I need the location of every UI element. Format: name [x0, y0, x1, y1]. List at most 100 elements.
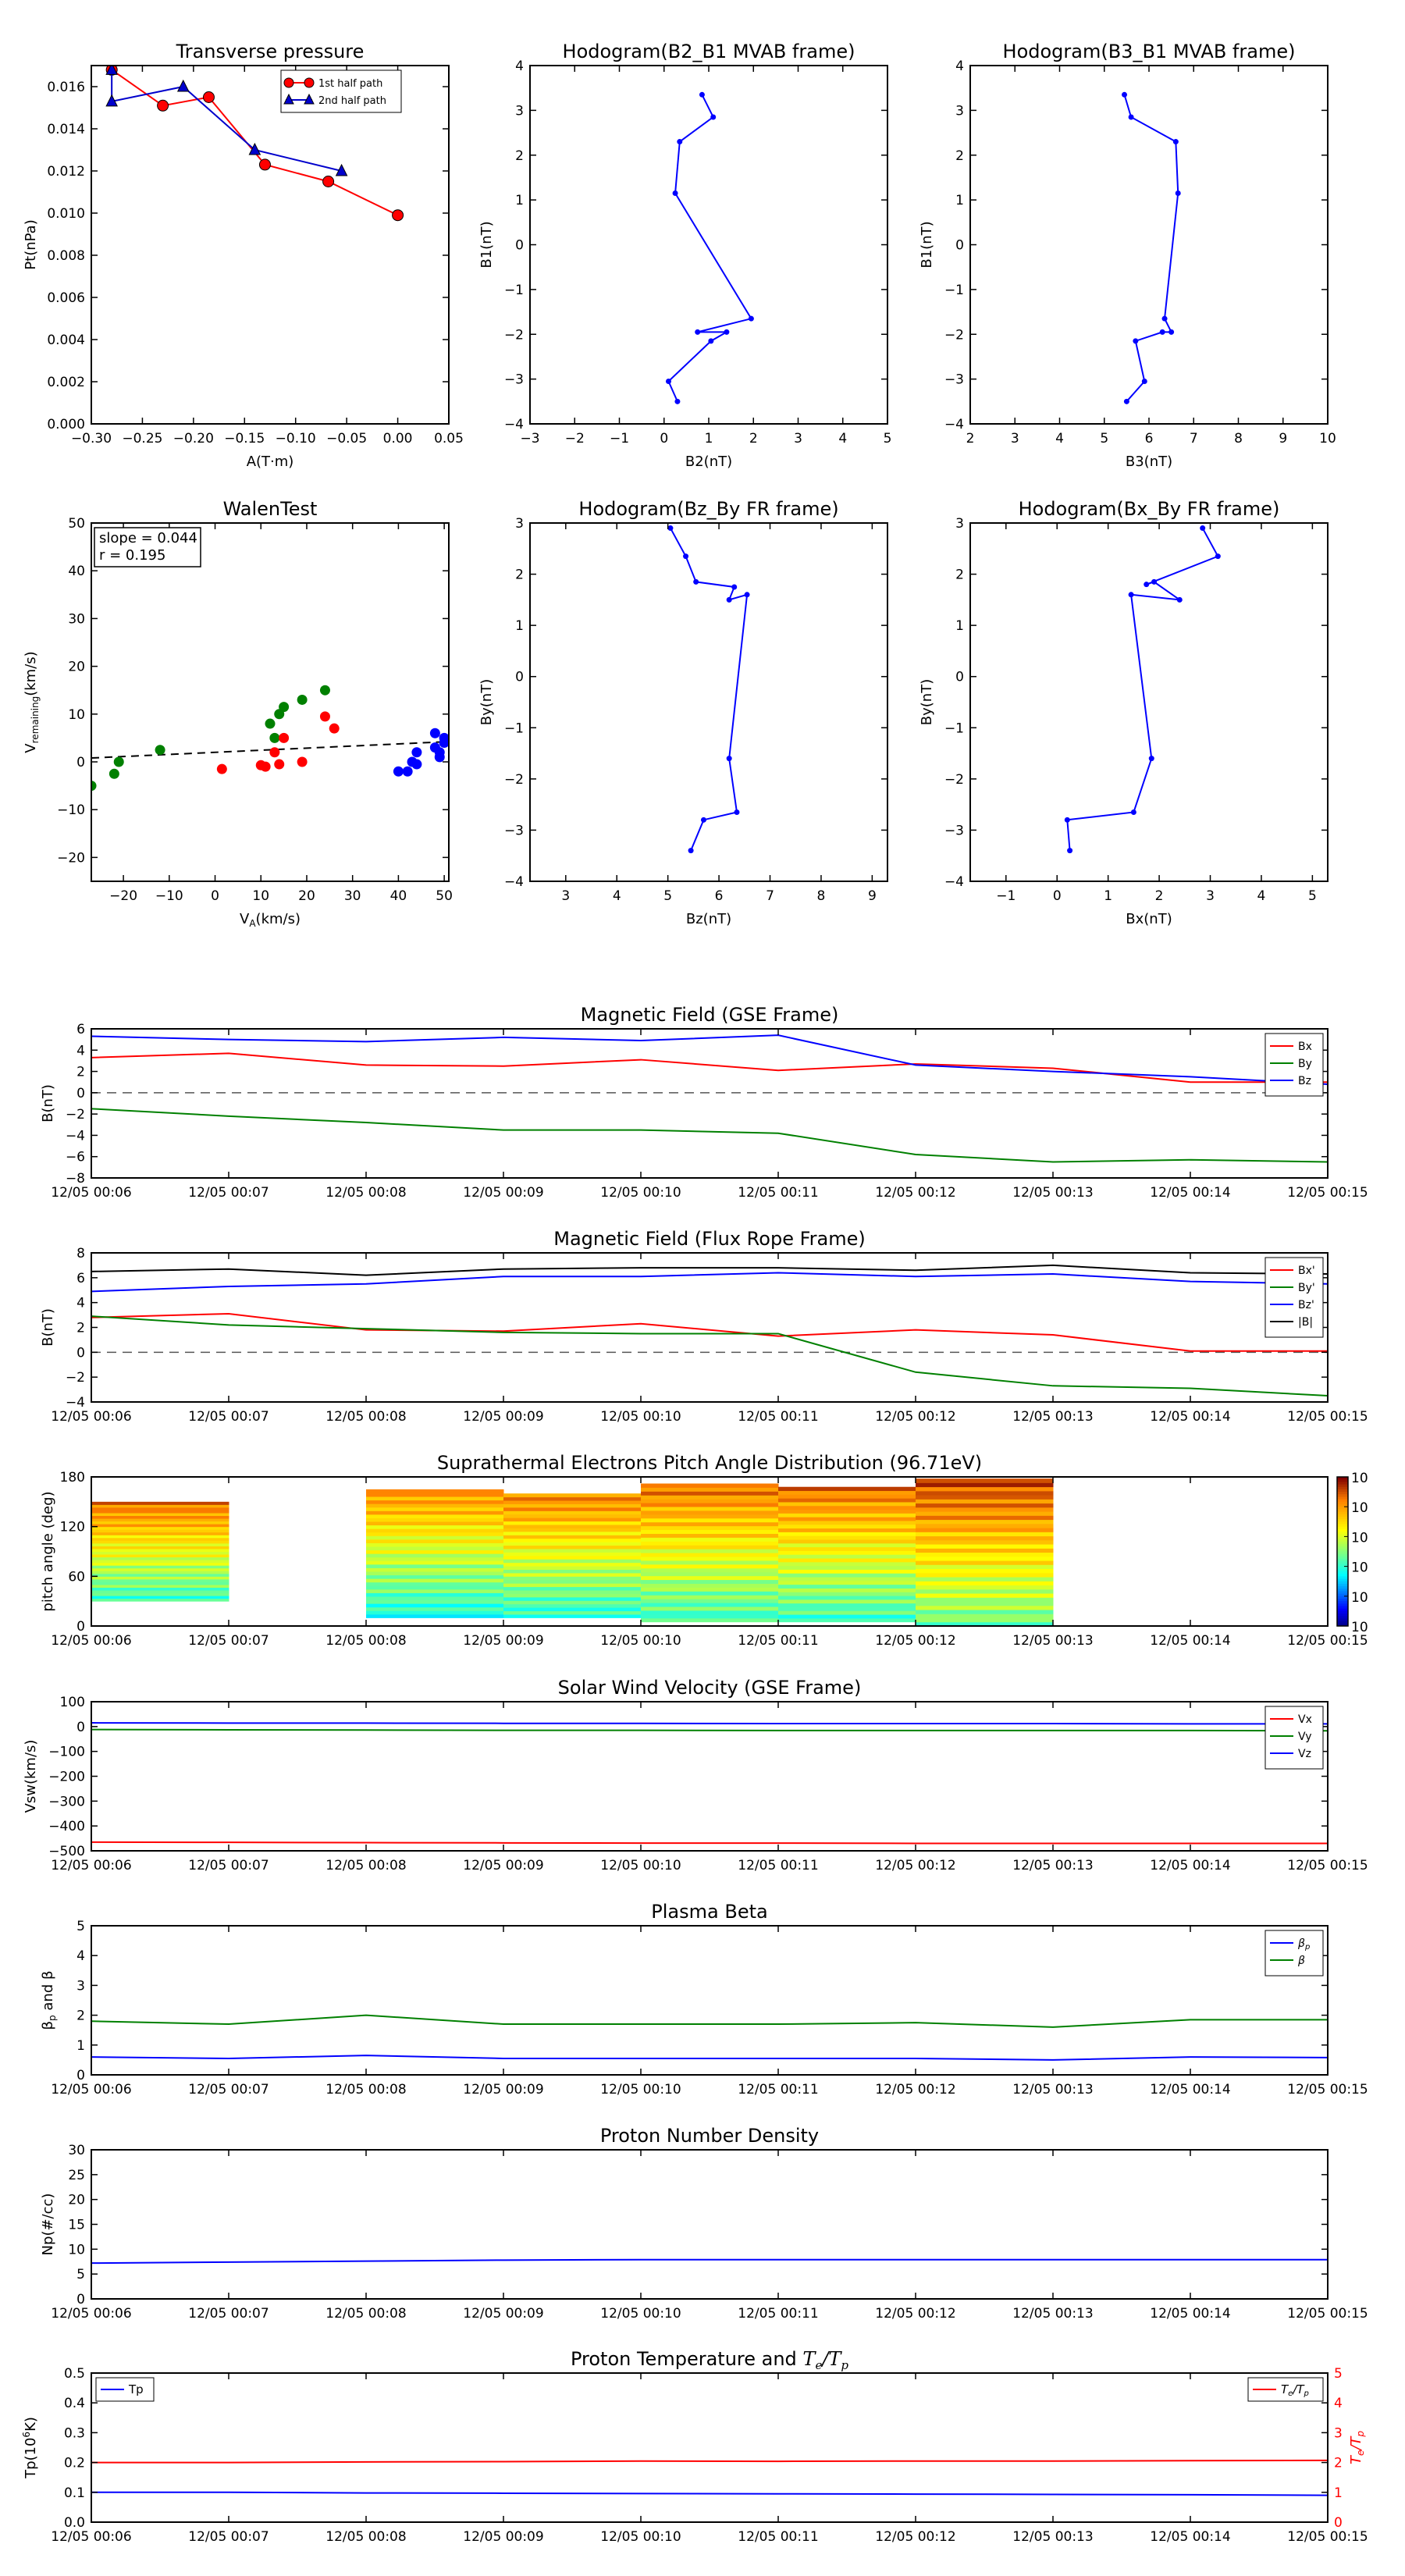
y-tick-label: 1 — [515, 618, 524, 634]
x-tick-label: −0.15 — [224, 431, 265, 447]
y-axis-label: Vsw(km/s) — [23, 1740, 39, 1813]
heatmap-cell — [366, 1510, 504, 1515]
heatmap-cell — [91, 1571, 229, 1574]
y-tick-label: −1 — [504, 720, 524, 736]
colorbar-segment — [1337, 1492, 1348, 1495]
x-tick-label: −2 — [565, 431, 585, 447]
heatmap-cell — [503, 1538, 642, 1542]
data-point — [677, 139, 683, 145]
heatmap-cell — [778, 1606, 916, 1611]
heatmap-cell — [91, 1524, 229, 1528]
heatmap-cell — [641, 1617, 779, 1623]
chart-title: Hodogram(B2_B1 MVAB frame) — [563, 41, 855, 62]
heatmap-cell — [778, 1565, 916, 1570]
x-tick-label: 12/05 00:09 — [463, 1633, 543, 1649]
heatmap-cell — [503, 1503, 642, 1508]
colorbar-segment — [1337, 1616, 1348, 1619]
heatmap-cell — [503, 1562, 642, 1567]
colorbar-segment — [1337, 1553, 1348, 1557]
x-tick-label: −1 — [996, 888, 1016, 904]
data-point — [248, 142, 261, 155]
x-tick-label: 12/05 00:12 — [875, 1633, 955, 1649]
heatmap-cell — [916, 1605, 1054, 1610]
x-tick-label: 1 — [705, 431, 713, 447]
data-point — [429, 728, 440, 738]
y-tick-label: 30 — [68, 2143, 85, 2158]
y-tick-label: 8 — [76, 1246, 85, 1261]
y-tick-label: −2 — [66, 1370, 85, 1386]
heatmap-cell — [778, 1509, 916, 1514]
chart-h12: Hodogram(B2_B1 MVAB frame) −3 −2 −1 0 1 2 3 4 5 −4… — [478, 41, 891, 470]
heatmap-cell — [916, 1610, 1054, 1614]
y-tick-label: 60 — [68, 1569, 85, 1585]
colorbar-segment — [1337, 1589, 1348, 1592]
colorbar-segment — [1337, 1499, 1348, 1503]
x-tick-label: 6 — [1145, 431, 1154, 447]
heatmap-cell — [503, 1525, 642, 1528]
heatmap-cell — [366, 1574, 504, 1579]
heatmap-cell — [778, 1550, 916, 1555]
heatmap-cell — [366, 1553, 504, 1558]
x-tick-label: 12/05 00:09 — [463, 2082, 543, 2097]
y-tick-label: 0.004 — [47, 333, 85, 348]
x-axis-label: Bx(nT) — [1126, 911, 1172, 927]
x-tick-label: 12/05 00:14 — [1150, 2306, 1230, 2322]
y-axis-label: βp and β — [40, 1971, 58, 2030]
heatmap-cell — [366, 1614, 504, 1618]
x-tick-label: 12/05 00:10 — [600, 2306, 681, 2322]
x-tick-label: 12/05 00:10 — [600, 1633, 681, 1649]
x-tick-label: 0 — [660, 431, 668, 447]
data-point — [1144, 582, 1150, 588]
x-tick-label: 2 — [749, 431, 758, 447]
data-point — [674, 398, 681, 404]
data-point — [1141, 378, 1147, 384]
heatmap-cell — [91, 1548, 229, 1552]
heatmap-cell — [778, 1596, 916, 1600]
figure: Transverse pressure−0.30 −0.25 −0.20 −0.15−… — [21, 41, 1368, 2545]
series-line — [91, 1272, 1328, 1293]
x-tick-label: 7 — [1190, 431, 1198, 447]
heatmap-cell — [91, 1546, 229, 1550]
heatmap-cell — [503, 1510, 642, 1515]
y-tick-label: 4 — [76, 1948, 85, 1964]
heatmap-cell — [91, 1560, 229, 1564]
heatmap-cell — [641, 1587, 779, 1592]
legend-label: By' — [1298, 1282, 1315, 1294]
data-point — [411, 747, 422, 758]
heatmap-cell — [641, 1606, 779, 1611]
heatmap-cell — [641, 1533, 779, 1538]
series-line — [91, 2459, 1328, 2464]
x-tick-label: 12/05 00:11 — [738, 1633, 818, 1649]
x-tick-label: 12/05 00:09 — [463, 2306, 543, 2322]
chart-title: Suprathermal Electrons Pitch Angle Distr… — [437, 1452, 982, 1474]
heatmap-cell — [916, 1503, 1054, 1508]
heatmap-cell — [916, 1515, 1054, 1521]
y-tick-label: 0 — [76, 1086, 85, 1101]
colorbar-segment — [1337, 1610, 1348, 1614]
y2-tick-label: 2 — [1334, 2456, 1343, 2471]
data-point — [672, 190, 678, 197]
heatmap-cell — [641, 1537, 779, 1542]
x-tick-label: 12/05 00:06 — [51, 1858, 131, 1873]
y-tick-label: 0.016 — [47, 80, 85, 95]
y-tick-label: 0 — [76, 1720, 85, 1735]
y-tick-label: 10 — [68, 707, 85, 723]
x-tick-label: 8 — [1234, 431, 1243, 447]
heatmap-cell — [503, 1545, 642, 1550]
data-point — [1176, 596, 1183, 603]
legend-box — [1264, 1930, 1324, 1976]
heatmap-cell — [91, 1567, 229, 1571]
heatmap-cell — [916, 1548, 1054, 1553]
plot-area — [665, 91, 754, 404]
heatmap-cell — [778, 1501, 916, 1507]
heatmap-cell — [366, 1489, 504, 1493]
x-tick-label: 12/05 00:10 — [600, 1409, 681, 1425]
x-tick-label: 12/05 00:09 — [463, 1185, 543, 1201]
heatmap-cell — [91, 1565, 229, 1569]
x-tick-label: 12/05 00:11 — [738, 1858, 818, 1873]
chart-walen: WalenTest −20 −10 0 10 20 30 40 50 −20 −10 0 10 20 30 4… — [23, 498, 453, 929]
x-tick-label: 12/05 00:06 — [51, 1633, 131, 1649]
data-point — [1200, 525, 1206, 532]
x-tick-label: 12/05 00:10 — [600, 1858, 681, 1873]
heatmap-cell — [91, 1521, 229, 1525]
